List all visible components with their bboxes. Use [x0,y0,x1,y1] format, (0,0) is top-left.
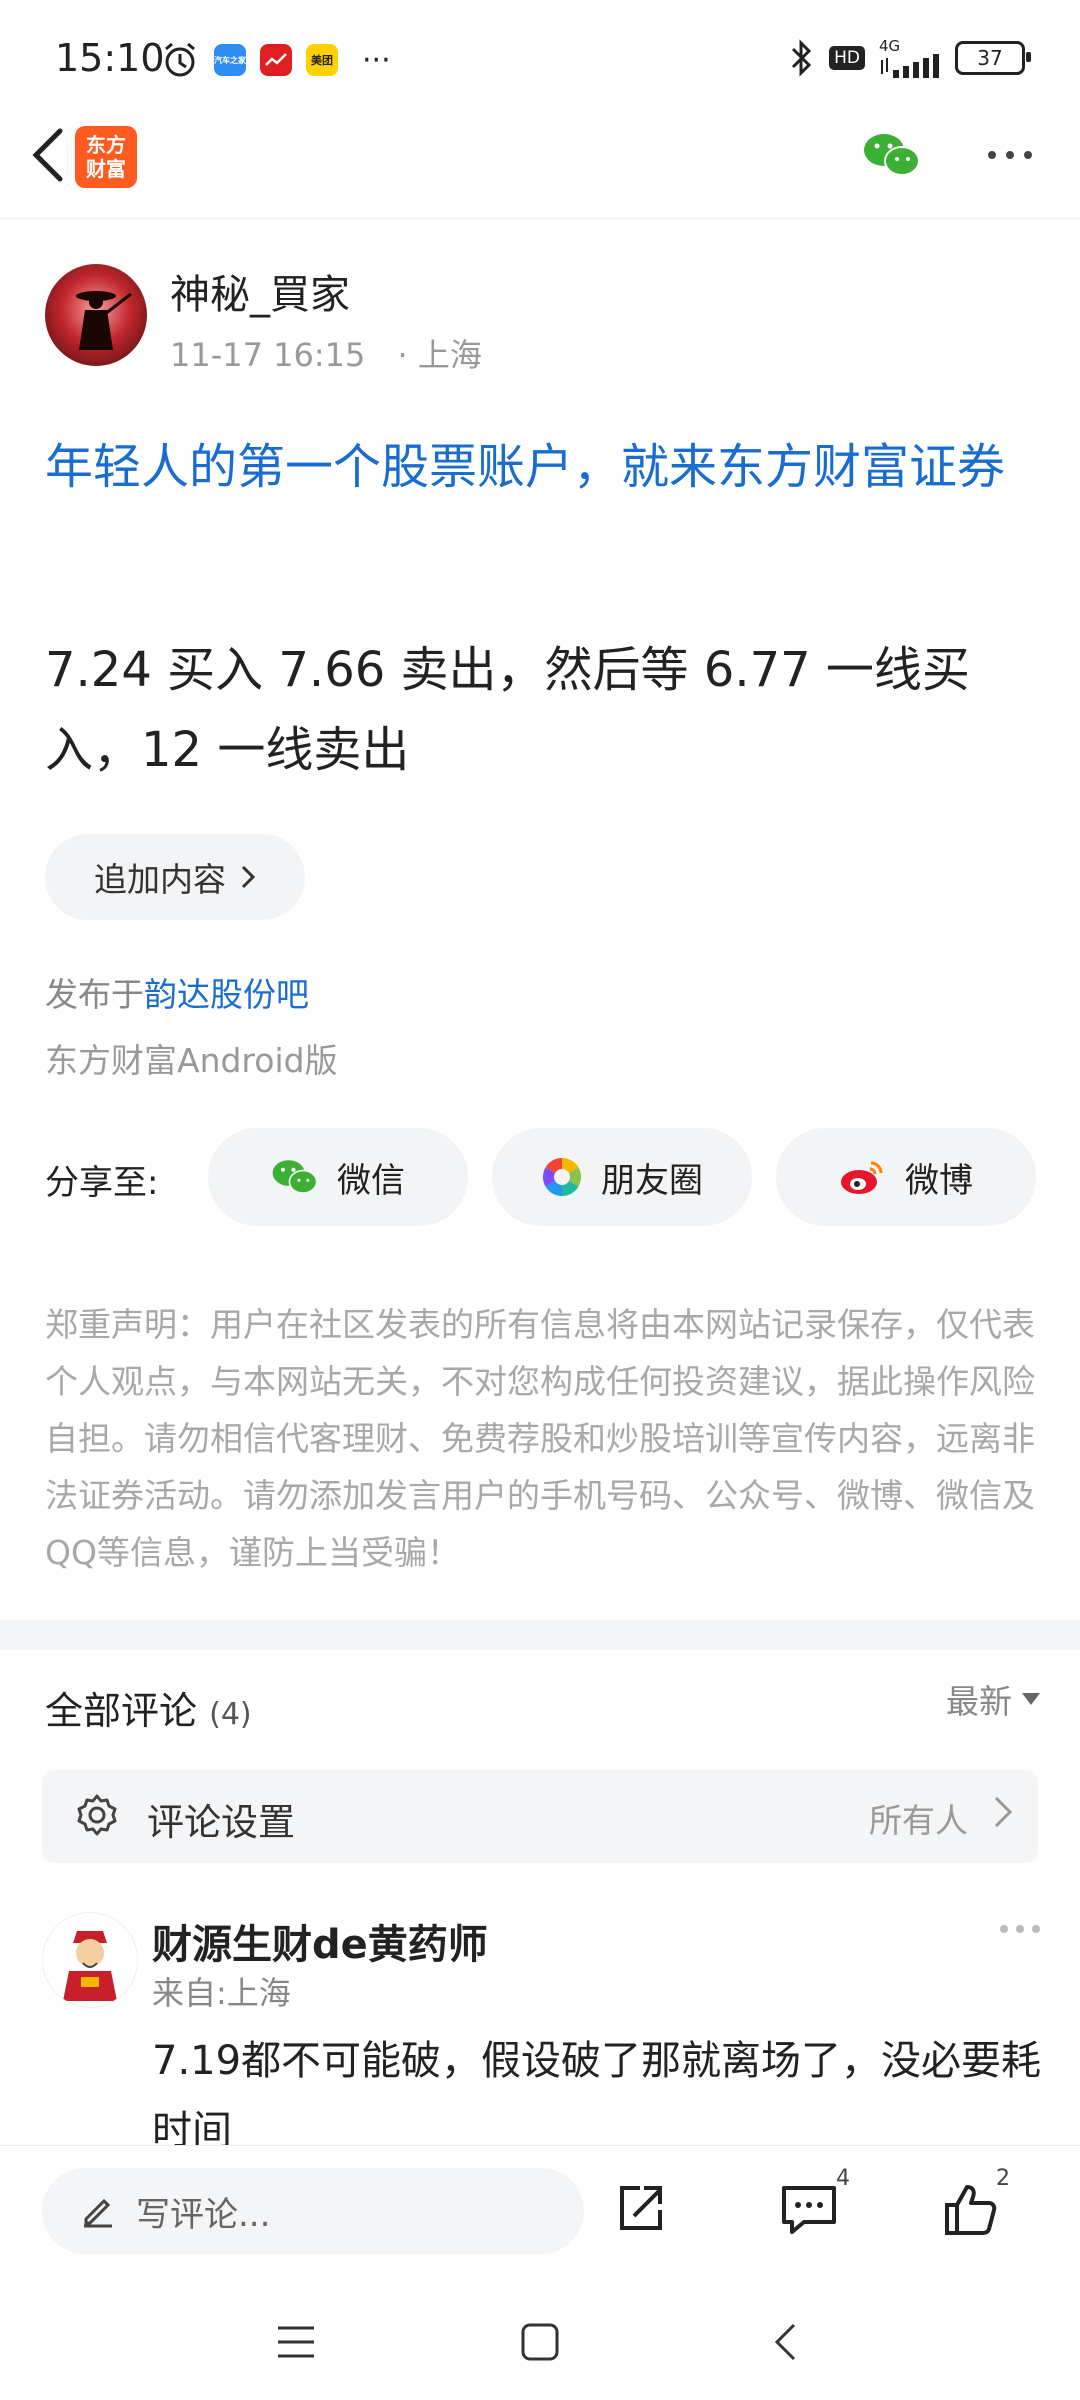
more-options-button[interactable] [980,130,1040,180]
chevron-right-icon [994,1796,1013,1828]
append-content-button[interactable]: 追加内容 [45,834,305,920]
back-button[interactable] [18,120,78,190]
dropdown-triangle-icon [1022,1693,1040,1705]
comments-count: (4) [209,1697,252,1732]
system-navigation-bar [0,2280,1080,2400]
hd-badge: HD [829,46,865,70]
comments-heading: 全部评论 (4) [45,1680,252,1735]
status-overflow: ··· [362,42,391,78]
comment-settings-label: 评论设置 [147,1801,295,1844]
status-right-icons: HD 4G 37 [789,37,1031,78]
stock-app-icon [260,44,292,76]
commenter-name[interactable]: 财源生财de黄药师 [152,1912,488,1970]
write-comment-placeholder: 写评论... [136,2194,271,2235]
share-weibo-button[interactable]: 微博 [776,1128,1036,1226]
meituan-app-icon: 美团 [306,44,338,76]
alarm-icon [165,42,195,77]
network-type: 4G [879,37,901,55]
post-date: 11-17 16:15 [170,336,366,374]
write-comment-input[interactable]: 写评论... [42,2168,584,2254]
signal-icon [881,54,939,78]
share-weibo-label: 微博 [905,1160,973,1201]
share-button[interactable] [606,2174,676,2244]
weibo-icon [841,1161,883,1194]
comment-bubble-icon [782,2186,836,2234]
share-wechat-button[interactable]: 微信 [208,1128,468,1226]
author-avatar[interactable] [45,264,147,366]
author-name[interactable]: 神秘_買家 [170,262,350,320]
post-title[interactable]: 年轻人的第一个股票账户，就来东方财富证券 [45,430,1045,505]
chevron-right-icon [241,865,256,889]
comment-settings-row[interactable]: 评论设置 所有人 [42,1770,1038,1863]
header-divider [0,218,1080,219]
wechat-share-icon[interactable] [862,130,922,184]
comment-settings-value: 所有人 [869,1801,968,1840]
back-nav-icon[interactable] [772,2322,798,2362]
status-notification-icons: 汽车之家 美团 ··· [160,40,391,80]
published-in: 发布于韵达股份吧 [45,968,309,1016]
comments-button[interactable]: 4 [774,2166,850,2244]
published-prefix: 发布于 [45,975,144,1014]
forum-link[interactable]: 韵达股份吧 [144,975,309,1014]
gear-icon [77,1794,117,1836]
bluetooth-icon [792,39,812,77]
commenter-avatar[interactable] [42,1912,138,2008]
client-label: 东方财富Android版 [45,1041,338,1080]
post-meta: 11-17 16:15 · 上海 [170,330,482,376]
like-button[interactable]: 2 [936,2166,1010,2244]
status-time: 15:10 [55,36,165,80]
autohome-app-icon: 汽车之家 [214,44,246,76]
share-moments-label: 朋友圈 [601,1160,703,1201]
post-body: 7.24 买入 7.66 卖出，然后等 6.77 一线买入，12 一线卖出 [45,642,970,778]
pencil-icon [84,2198,112,2228]
share-out-icon [620,2186,662,2230]
disclaimer-text: 郑重声明：用户在社区发表的所有信息将由本网站记录保存，仅代表个人观点，与本网站无… [45,1305,1035,1572]
app-logo[interactable]: 东方财富 [75,126,137,188]
append-content-label: 追加内容 [94,860,226,899]
battery-indicator: 37 [955,41,1031,75]
thumbs-up-icon [945,2185,997,2235]
share-moments-button[interactable]: 朋友圈 [492,1128,752,1226]
post-location: · 上海 [397,336,482,374]
share-wechat-label: 微信 [337,1160,405,1201]
share-label: 分享至: [45,1163,159,1203]
like-count-badge: 2 [996,2166,1010,2191]
sort-dropdown[interactable]: 最新 [946,1675,1040,1723]
moments-icon [542,1158,582,1196]
sort-label: 最新 [946,1682,1012,1721]
comment-more-button[interactable] [1000,1925,1040,1933]
chevron-left-icon [32,128,63,182]
comment-count-badge: 4 [836,2166,850,2191]
wechat-icon [272,1160,318,1194]
comments-title: 全部评论 [45,1689,198,1733]
section-divider [0,1620,1080,1650]
home-icon[interactable] [520,2322,560,2362]
bottom-action-bar: 写评论... 4 2 [0,2145,1080,2276]
commenter-location: 来自:上海 [152,1974,291,2012]
menu-icon[interactable] [276,2324,316,2360]
